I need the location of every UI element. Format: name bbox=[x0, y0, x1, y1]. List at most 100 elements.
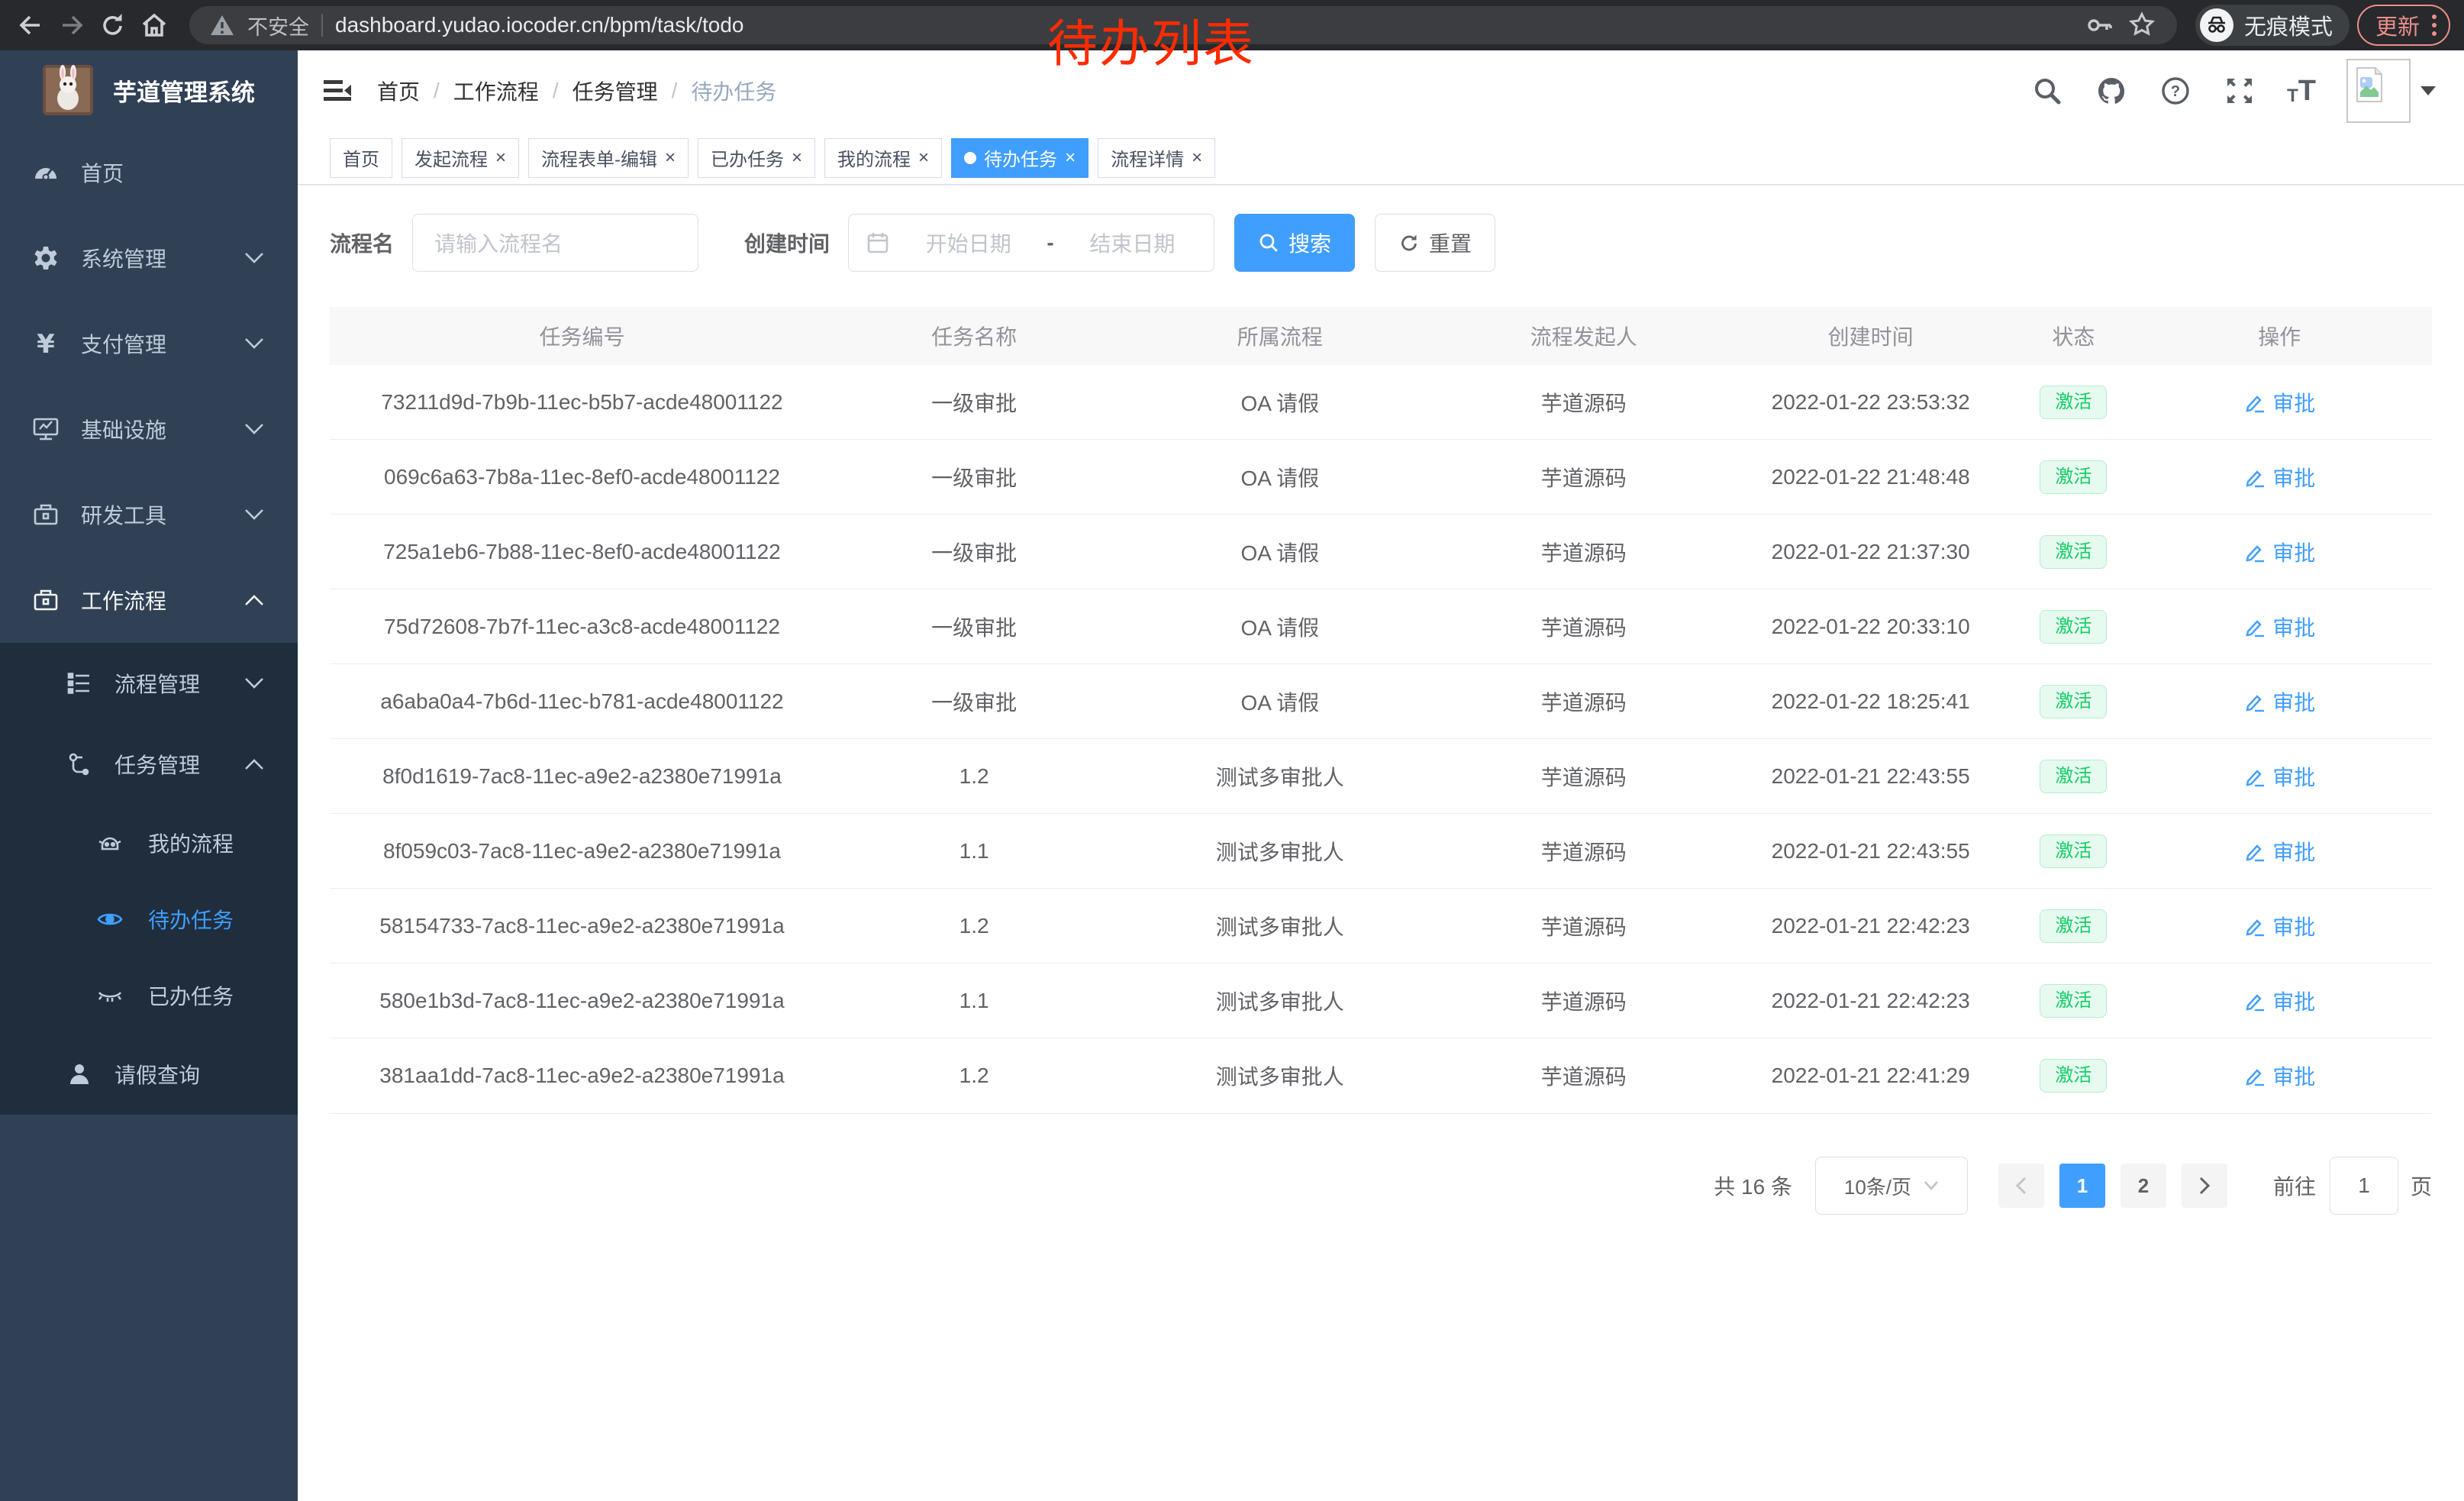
close-icon[interactable]: × bbox=[1065, 149, 1076, 167]
sidebar-collapse-icon[interactable] bbox=[321, 74, 354, 108]
approve-label: 审批 bbox=[2272, 1060, 2315, 1091]
sidebar-item-已办任务[interactable]: 已办任务 bbox=[0, 957, 298, 1034]
cell-status: 激活 bbox=[2020, 889, 2127, 964]
user-avatar[interactable] bbox=[2346, 59, 2411, 123]
tab-首页[interactable]: 首页 bbox=[330, 138, 392, 178]
cell-name: 1.2 bbox=[834, 889, 1114, 964]
close-icon[interactable]: × bbox=[665, 149, 676, 167]
edit-icon bbox=[2243, 541, 2266, 563]
key-icon[interactable] bbox=[2085, 11, 2114, 40]
breadcrumb-item[interactable]: 工作流程 bbox=[453, 76, 539, 106]
home-icon[interactable] bbox=[137, 8, 171, 42]
end-date-placeholder[interactable]: 结束日期 bbox=[1068, 228, 1197, 258]
security-label[interactable]: 不安全 bbox=[247, 11, 309, 40]
tab-已办任务[interactable]: 已办任务× bbox=[698, 138, 815, 178]
tab-流程详情[interactable]: 流程详情× bbox=[1098, 138, 1215, 178]
bookmark-star-icon[interactable] bbox=[2127, 10, 2157, 40]
github-icon[interactable] bbox=[2095, 74, 2128, 108]
page-size-value[interactable]: 10条/页 bbox=[1844, 1172, 1911, 1200]
close-icon[interactable]: × bbox=[495, 149, 506, 167]
close-icon[interactable]: × bbox=[1192, 149, 1202, 167]
cell-action: 审批 bbox=[2127, 589, 2432, 664]
approve-link[interactable]: 审批 bbox=[2243, 462, 2315, 492]
incognito-label: 无痕模式 bbox=[2244, 9, 2333, 41]
omnibox-divider bbox=[321, 14, 323, 37]
range-separator: - bbox=[1047, 231, 1053, 255]
close-icon[interactable]: × bbox=[792, 149, 802, 167]
approve-link[interactable]: 审批 bbox=[2243, 911, 2315, 941]
avatar-dropdown-caret-icon[interactable] bbox=[2420, 86, 2437, 96]
tab-label: 待办任务 bbox=[984, 144, 1057, 171]
close-icon[interactable]: × bbox=[918, 149, 929, 167]
approve-link[interactable]: 审批 bbox=[2243, 836, 2315, 867]
sidebar-item-任务管理[interactable]: 任务管理 bbox=[0, 724, 298, 805]
cell-name: 1.2 bbox=[834, 1038, 1114, 1113]
table-row: 8f059c03-7ac8-11ec-a9e2-a2380e71991a1.1测… bbox=[330, 814, 2432, 889]
goto-label: 前往 bbox=[2273, 1170, 2316, 1201]
approve-link[interactable]: 审批 bbox=[2243, 612, 2315, 642]
tab-待办任务[interactable]: 待办任务 × bbox=[951, 138, 1088, 178]
search-button-label[interactable]: 搜索 bbox=[1288, 228, 1331, 258]
cell-status: 激活 bbox=[2020, 739, 2127, 814]
page-button-1[interactable]: 1 bbox=[2059, 1164, 2105, 1208]
sidebar-item-首页[interactable]: 首页 bbox=[0, 130, 298, 215]
user-icon bbox=[64, 1060, 95, 1088]
sidebar-item-待办任务[interactable]: 待办任务 bbox=[0, 881, 298, 957]
approve-link[interactable]: 审批 bbox=[2243, 986, 2315, 1016]
reload-icon[interactable] bbox=[96, 8, 130, 42]
logo-row[interactable]: 芋道管理系统 bbox=[0, 50, 298, 130]
cell-id: 8f0d1619-7ac8-11ec-a9e2-a2380e71991a bbox=[330, 739, 834, 814]
approve-link[interactable]: 审批 bbox=[2243, 686, 2315, 717]
date-range-picker[interactable]: 开始日期 - 结束日期 bbox=[848, 214, 1214, 272]
reset-button-label[interactable]: 重置 bbox=[1429, 228, 1472, 258]
sidebar-item-工作流程[interactable]: 工作流程 bbox=[0, 557, 298, 643]
font-size-icon[interactable]: TT bbox=[2287, 76, 2316, 105]
start-date-placeholder[interactable]: 开始日期 bbox=[904, 228, 1033, 258]
approve-link[interactable]: 审批 bbox=[2243, 537, 2315, 567]
next-page-button[interactable] bbox=[2182, 1164, 2227, 1208]
reset-button[interactable]: 重置 bbox=[1375, 214, 1495, 272]
sidebar-item-流程管理[interactable]: 流程管理 bbox=[0, 643, 298, 724]
sidebar-item-基础设施[interactable]: 基础设施 bbox=[0, 386, 298, 472]
eye-closed-icon bbox=[95, 982, 125, 1009]
page-button-2[interactable]: 2 bbox=[2121, 1164, 2166, 1208]
update-label[interactable]: 更新 bbox=[2375, 9, 2420, 41]
sidebar-item-支付管理[interactable]: ¥支付管理 bbox=[0, 301, 298, 386]
sidebar-item-我的流程[interactable]: 我的流程 bbox=[0, 805, 298, 881]
page-size-select[interactable]: 10条/页 bbox=[1815, 1157, 1968, 1215]
dashboard-icon bbox=[31, 159, 61, 186]
breadcrumb-item[interactable]: 任务管理 bbox=[572, 76, 658, 106]
sidebar-item-系统管理[interactable]: 系统管理 bbox=[0, 215, 298, 301]
approve-link[interactable]: 审批 bbox=[2243, 761, 2315, 792]
cell-starter: 芋道源码 bbox=[1446, 964, 1721, 1038]
cell-process: 测试多审批人 bbox=[1114, 1038, 1446, 1113]
breadcrumb-item[interactable]: 首页 bbox=[377, 76, 420, 106]
goto-page-input[interactable]: 1 bbox=[2330, 1157, 2398, 1215]
cell-action: 审批 bbox=[2127, 889, 2432, 964]
process-name-input[interactable]: 请输入流程名 bbox=[412, 214, 698, 272]
edit-icon bbox=[2243, 690, 2266, 713]
approve-link[interactable]: 审批 bbox=[2243, 387, 2315, 418]
cell-created: 2022-01-21 22:42:23 bbox=[1721, 964, 2020, 1038]
tab-label: 流程表单-编辑 bbox=[541, 144, 657, 171]
tab-我的流程[interactable]: 我的流程× bbox=[824, 138, 942, 178]
cell-starter: 芋道源码 bbox=[1446, 1038, 1721, 1113]
tab-流程表单-编辑[interactable]: 流程表单-编辑 × bbox=[528, 138, 689, 178]
table-row: 069c6a63-7b8a-11ec-8ef0-acde48001122一级审批… bbox=[330, 440, 2432, 515]
cell-starter: 芋道源码 bbox=[1446, 365, 1721, 440]
fullscreen-icon[interactable] bbox=[2223, 74, 2256, 108]
sidebar-item-请假查询[interactable]: 请假查询 bbox=[0, 1034, 298, 1115]
help-icon[interactable]: ? bbox=[2159, 74, 2192, 108]
back-icon[interactable] bbox=[14, 8, 47, 42]
search-icon[interactable] bbox=[2030, 74, 2064, 108]
approve-link[interactable]: 审批 bbox=[2243, 1060, 2315, 1091]
svg-text:?: ? bbox=[2171, 83, 2180, 100]
sidebar-item-研发工具[interactable]: 研发工具 bbox=[0, 472, 298, 557]
tab-发起流程[interactable]: 发起流程× bbox=[402, 138, 519, 178]
browser-menu-icon[interactable] bbox=[2432, 15, 2437, 36]
search-button[interactable]: 搜索 bbox=[1234, 214, 1355, 272]
forward-icon[interactable] bbox=[55, 8, 89, 42]
browser-update-button[interactable]: 更新 bbox=[2357, 5, 2450, 46]
prev-page-button[interactable] bbox=[1998, 1164, 2044, 1208]
chevron-down-icon bbox=[244, 252, 264, 264]
